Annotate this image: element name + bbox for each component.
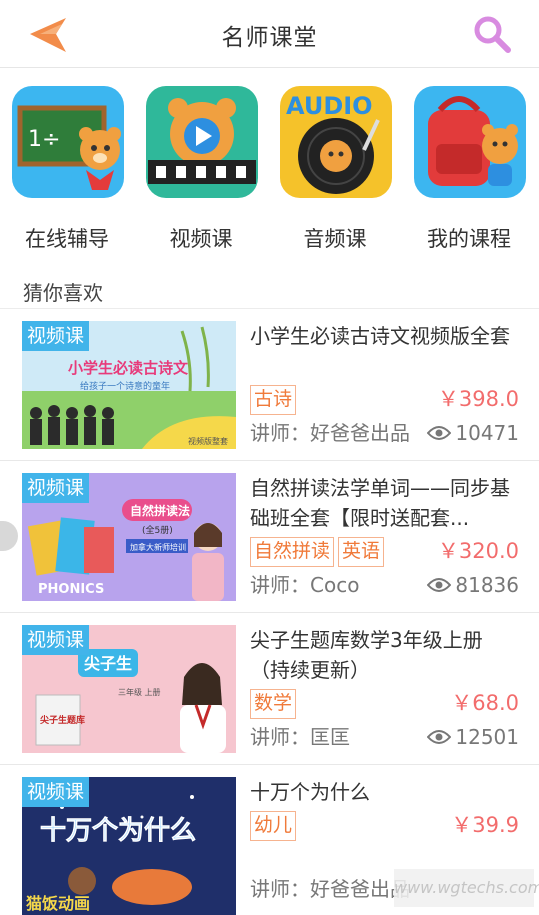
thumb-brand: PHONICS [38,582,104,597]
course-views: 81836 [427,571,519,599]
course-tag: 自然拼读 [250,537,335,567]
page-title: 名师课堂 [221,25,318,51]
eye-icon [427,730,452,744]
view-count: 10471 [455,421,519,445]
thumb-headline: 自然拼读法 [130,503,190,518]
section-title: 猜你喜欢 [23,281,103,305]
watermark: www.wgtechs.com [394,869,539,907]
thumb-headline: 尖子生 [84,654,132,673]
category-my-courses[interactable]: 我的课程 [402,78,536,258]
course-tags: 自然拼读 英语 [250,537,385,567]
course-tags: 数学 [250,689,297,719]
thumb-logo-text: 猫饭动画 [26,894,90,913]
course-thumbnail: 自然拼读法 (全5册) 加拿大新师培训 PHONICS 视频课 [22,473,236,601]
course-price: ￥398.0 [437,387,519,411]
thumb-subtitle: 给孩子一个诗意的童年 [80,380,170,392]
search-icon[interactable] [470,12,514,56]
course-teacher: 讲师：好爸爸出品 [250,421,410,445]
eye-icon [427,578,452,592]
film-bear-icon [144,84,260,200]
thumb-headline: 十万个为什么 [40,816,196,846]
course-type-badge: 视频课 [22,321,90,351]
category-label: 视频课 [169,227,233,251]
record-bear-icon: AUDIO [278,84,394,200]
view-count: 12501 [455,725,519,749]
course-title: 尖子生题库数学3年级上册（持续更新） [250,628,483,682]
course-price: ￥320.0 [437,539,519,563]
course-price: ￥39.9 [451,813,519,837]
course-type-badge: 视频课 [22,625,90,655]
category-online-tutoring[interactable]: 1÷ 在线辅导 [0,78,134,258]
course-tags: 古诗 [250,385,297,415]
thumb-subtitle: 三年级 上册 [118,687,161,697]
category-video-course[interactable]: 视频课 [134,78,268,258]
category-row: 1÷ 在线辅导 视频课 AUDIO 音频课 我的课程 [0,78,539,258]
chalkboard-bear-icon: 1÷ [10,84,126,200]
course-price: ￥68.0 [451,691,519,715]
course-title: 自然拼读法学单词——同步基础班全套【限时送配套... [250,476,510,530]
course-tag: 数学 [250,689,297,719]
course-thumbnail: 小学生必读古诗文 给孩子一个诗意的童年 视频版整套 视频课 [22,321,236,449]
course-tag: 英语 [338,537,385,567]
course-tags: 幼儿 [250,811,297,841]
view-count: 81836 [455,573,519,597]
course-thumbnail: 十万个为什么 猫饭动画 视频课 [22,777,236,915]
category-label: 音频课 [303,227,367,251]
thumb-corner-label: 视频版整套 [188,436,228,446]
course-title: 十万个为什么 [250,780,370,804]
course-tag: 幼儿 [250,811,297,841]
category-label: 我的课程 [427,227,511,251]
svg-text:AUDIO: AUDIO [286,92,373,120]
course-item[interactable]: 尖子生 三年级 上册 尖子生题库 视频课 尖子生题库数学3年级上册（持续更新） … [0,613,539,765]
course-tag: 古诗 [250,385,297,415]
thumb-extra: 加拿大新师培训 [130,542,186,552]
thumb-headline: 小学生必读古诗文 [68,359,189,377]
course-type-badge: 视频课 [22,777,90,807]
category-audio-course[interactable]: AUDIO 音频课 [268,78,402,258]
course-views: 12501 [427,723,519,751]
thumb-subtitle: (全5册) [142,524,173,536]
backpack-bear-icon [412,84,528,200]
course-teacher: 讲师：匡匡 [250,725,350,749]
course-views: 10471 [427,419,519,447]
course-teacher: 讲师：Coco [250,573,360,597]
svg-text:1÷: 1÷ [28,127,60,152]
category-label: 在线辅导 [25,227,109,251]
course-type-badge: 视频课 [22,473,90,503]
course-item[interactable]: 小学生必读古诗文 给孩子一个诗意的童年 视频版整套 视频课 小学生必读古诗文视频… [0,309,539,461]
eye-icon [427,426,452,440]
course-item[interactable]: 自然拼读法 (全5册) 加拿大新师培训 PHONICS 视频课 自然拼读法学单词… [0,461,539,613]
course-title: 小学生必读古诗文视频版全套 [250,324,510,348]
thumb-book-title: 尖子生题库 [40,714,85,726]
course-thumbnail: 尖子生 三年级 上册 尖子生题库 视频课 [22,625,236,753]
app-header: 名师课堂 [0,0,539,68]
course-teacher: 讲师：好爸爸出品 [250,877,410,901]
